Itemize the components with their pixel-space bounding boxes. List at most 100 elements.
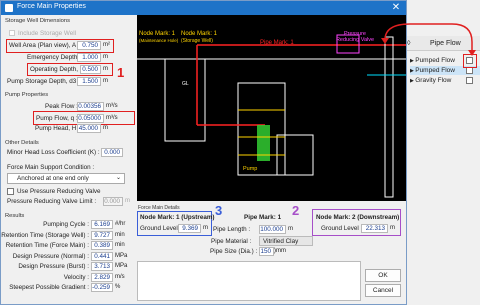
pump-flow-input[interactable]: 0.05000 (77, 114, 104, 123)
peak-flow-unit: m³/s (106, 103, 118, 109)
result-unit: % (115, 284, 121, 290)
result-value: 9.727 (91, 230, 113, 240)
annotation-2: 2 (292, 203, 300, 218)
dialog-title: Force Main Properties (17, 3, 86, 10)
annotation-arrow (381, 23, 476, 56)
pump-storage-unit: m (103, 78, 108, 84)
pipe-title: Pipe Mark: 1 (244, 214, 282, 221)
result-value: 2.829 (91, 272, 113, 282)
pump-storage-input[interactable]: 1.500 (77, 77, 101, 86)
pump-body (257, 125, 270, 161)
operating-depth-input[interactable]: 0.500 (80, 65, 101, 74)
ok-button[interactable]: OK (365, 269, 401, 282)
ground-level-tag: GL (182, 81, 189, 87)
annotation-3: 3 (215, 203, 223, 218)
downstream-title: Node Mark: 2 (Downstream) (316, 214, 400, 221)
annotation-1: 1 (117, 65, 125, 80)
result-unit: m/s (115, 273, 125, 280)
support-condition-label: Force Main Support Condition : (7, 164, 95, 171)
operating-depth-unit: m (103, 66, 108, 72)
result-value: 0.389 (91, 241, 113, 250)
downstream-gl-label: Ground Level : (321, 225, 363, 232)
results-list: Pumping Cycle :6.169 #/hr Retention Time (… (1, 220, 137, 300)
section-other: Other Details (5, 140, 39, 146)
pipe-size-label: Pipe Size (Dia.) : (210, 248, 258, 255)
upstream-gl-input[interactable]: 9.369 (178, 224, 201, 233)
pump-head-label: Pump Head, H : (35, 125, 80, 132)
row-checkbox[interactable] (466, 77, 473, 84)
result-label: Retention Time (Force Main) : (5, 242, 89, 249)
pipe-length-unit: m (288, 226, 293, 232)
section-storage: Storage Well Dimensions (5, 18, 70, 24)
arrow-tail-icon (381, 38, 389, 44)
title-bar: Force Main Properties ✕ (1, 1, 406, 15)
row-checkbox[interactable] (466, 67, 473, 74)
result-unit: min (115, 231, 125, 238)
pipe-material-select[interactable]: Vitrified Clay (VC) (259, 236, 313, 254)
pump-drawing-label: Pump (243, 166, 258, 172)
node1-sublabel: (Maintenance Hole) (139, 38, 179, 43)
result-unit: MPa (115, 252, 128, 259)
result-value: 0.441 (91, 251, 113, 261)
include-storage-checkbox[interactable] (9, 30, 15, 36)
upstream-gl-label: Ground Level : (140, 225, 182, 232)
peak-flow-label: Peak Flow : (45, 103, 78, 110)
force-main-drawing: Node Mark: 1 (Maintenance Hole) Node Mar… (137, 15, 406, 201)
pump-flow-unit: m³/s (106, 115, 118, 121)
pipe-length-label: Pipe Length : (213, 226, 251, 233)
downstream-gl-unit: m (390, 225, 395, 231)
pipe-size-unit: mm (276, 248, 286, 254)
well-area-input[interactable]: 0.750 (77, 41, 101, 50)
result-label: Velocity : (63, 273, 89, 281)
result-value: -0.259 (91, 283, 113, 292)
pipe-length-input[interactable]: 100.000 (259, 225, 286, 234)
prv-limit-label: Pressure Reducing Valve Limit : (7, 198, 97, 205)
prv-limit-input[interactable]: 0.000 (103, 197, 123, 206)
prv-limit-unit: m (125, 198, 130, 204)
result-unit: MPa (115, 263, 128, 269)
pipe-mark-label: Pipe Mark: 1 (260, 40, 294, 46)
result-value: 3.713 (91, 262, 113, 271)
peak-flow-input[interactable]: 0.00356 (77, 102, 104, 111)
arrow-path (384, 23, 473, 52)
result-label: Design Pressure (Burst) : (18, 263, 89, 270)
minor-loss-label: Minor Head Loss Coefficient (K) : (7, 149, 100, 156)
result-label: Pumping Cycle : (43, 221, 89, 228)
node1-storage-label: Node Mark: 1 (181, 31, 218, 37)
pump-head-unit: m (103, 125, 108, 131)
pump-head-input[interactable]: 45.000 (77, 124, 101, 133)
pipe-material-label: Pipe Material : (211, 238, 252, 245)
app-icon (5, 4, 13, 12)
result-label: Design Pressure (Normal) : (12, 252, 89, 260)
prv-checkbox[interactable] (7, 188, 14, 195)
close-icon[interactable]: ✕ (389, 1, 403, 14)
support-condition-select[interactable]: Anchored at one end only ⌄ (7, 173, 125, 184)
result-label: Retention Time (Storage Well) : (1, 231, 89, 239)
pump-storage-label: Pump Storage Depth, d3 : (7, 78, 80, 85)
node1-storage-sublabel: (Storage Well) (181, 38, 213, 44)
prv-drawing-label: Pressure Reducing Valve (335, 31, 375, 43)
row-label: Pumped Flow (415, 67, 455, 74)
emergency-depth-input[interactable]: 1.000 (77, 53, 101, 62)
emergency-depth-unit: m (103, 54, 108, 60)
force-main-dialog: Force Main Properties ✕ Storage Well Dim… (0, 0, 407, 305)
upstream-title: Node Mark: 1 (Upstream) (140, 214, 215, 221)
section-pump: Pump Properties (5, 92, 49, 98)
result-unit: min (115, 242, 125, 248)
maintenance-hole (164, 58, 206, 142)
cancel-button[interactable]: Cancel (365, 284, 401, 297)
result-label: Steepest Possible Gradient : (9, 284, 89, 291)
upstream-gl-unit: m (203, 225, 208, 231)
pump-flow-label: Pump Flow, q : (36, 115, 78, 122)
pipe-size-input[interactable]: 150 (259, 247, 274, 256)
row-label: Gravity Flow (415, 77, 452, 84)
prv-label: Use Pressure Reducing Valve (17, 188, 101, 195)
arrow-head-icon (468, 50, 476, 56)
well-area-label: Well Area (Plan view), A : (9, 42, 80, 49)
chevron-down-icon: ⌄ (115, 175, 121, 181)
node1-label: Node Mark: 1 (139, 31, 176, 37)
downstream-gl-input[interactable]: 22.313 (361, 224, 388, 233)
minor-loss-input[interactable]: 0.000 (101, 148, 123, 157)
support-condition-value: Anchored at one end only (17, 175, 89, 182)
notes-area[interactable] (137, 261, 361, 301)
